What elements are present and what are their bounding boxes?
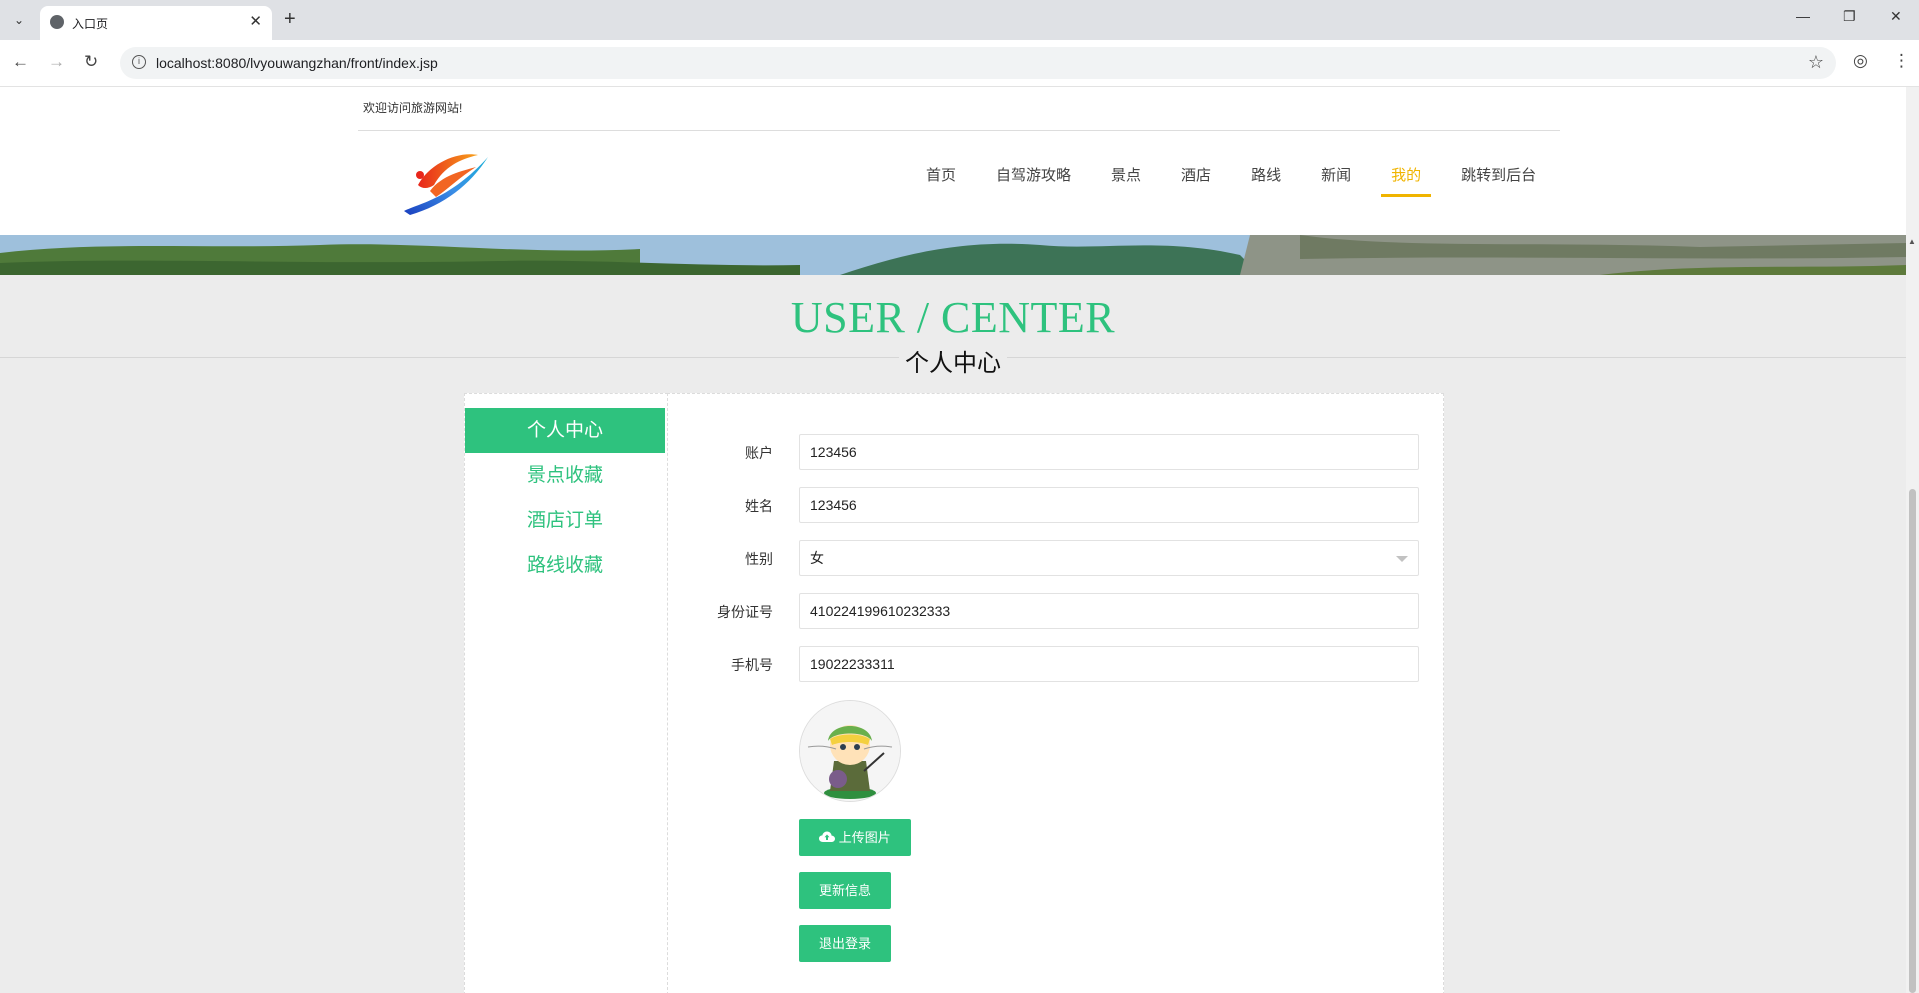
address-bar[interactable]: i localhost:8080/lvyouwangzhan/front/ind…: [120, 47, 1836, 79]
bookmark-star-icon[interactable]: ☆: [1808, 52, 1824, 73]
phone-input[interactable]: 19022233311: [799, 646, 1419, 682]
section-title-cn: 个人中心: [0, 343, 1906, 378]
id-number-row: 身份证号 410224199610232333: [668, 593, 1443, 633]
browser-tab[interactable]: 入口页 ✕: [40, 6, 272, 40]
avatar: [799, 700, 901, 802]
nav-hotels[interactable]: 酒店: [1161, 159, 1231, 193]
restore-icon[interactable]: ❐: [1843, 8, 1856, 25]
scrollbar-thumb[interactable]: [1909, 489, 1916, 993]
logout-button[interactable]: 退出登录: [799, 925, 891, 962]
chevron-down-icon: [1396, 556, 1408, 562]
nav-attractions[interactable]: 景点: [1091, 159, 1161, 193]
gender-row: 性别 女: [668, 540, 1443, 580]
update-info-button[interactable]: 更新信息: [799, 872, 891, 909]
profile-icon[interactable]: ◎: [1853, 51, 1868, 71]
sidebar-item-profile[interactable]: 个人中心: [465, 408, 665, 453]
upload-image-button[interactable]: 上传图片: [799, 819, 911, 856]
tab-title: 入口页: [72, 17, 109, 31]
url-text[interactable]: localhost:8080/lvyouwangzhan/front/index…: [156, 55, 438, 71]
id-number-label: 身份证号: [717, 604, 773, 620]
globe-icon: [50, 15, 64, 29]
phone-row: 手机号 19022233311: [668, 646, 1443, 686]
nav-admin[interactable]: 跳转到后台: [1441, 159, 1556, 193]
name-input[interactable]: 123456: [799, 487, 1419, 523]
site-logo[interactable]: [400, 145, 492, 217]
user-center-sidebar: 个人中心 景点收藏 酒店订单 路线收藏: [464, 393, 668, 993]
site-info-icon[interactable]: i: [132, 55, 146, 69]
browser-tab-bar: ⌄ 入口页 ✕ + — ❐ ✕: [0, 0, 1919, 40]
forward-icon[interactable]: →: [48, 52, 65, 72]
nav-self-drive-guide[interactable]: 自驾游攻略: [976, 159, 1091, 193]
tab-search-chevron-icon[interactable]: ⌄: [8, 10, 30, 30]
header-divider: [358, 130, 1560, 131]
minimize-icon[interactable]: —: [1796, 8, 1810, 24]
page: 欢迎访问旅游网站! 首页 自驾游攻略 景点 酒店 路线 新闻 我的 跳转到后台 …: [0, 87, 1906, 993]
section-title-cn-text: 个人中心: [899, 350, 1007, 377]
welcome-text: 欢迎访问旅游网站!: [363, 101, 463, 115]
nav-routes[interactable]: 路线: [1231, 159, 1301, 193]
nav-mine[interactable]: 我的: [1371, 159, 1441, 197]
profile-form: 账户 123456 姓名 123456 性别 女 身份证号 4102241996…: [667, 393, 1444, 993]
back-icon[interactable]: ←: [12, 52, 29, 72]
section-title-en: USER / CENTER: [790, 293, 1116, 342]
account-row: 账户 123456: [668, 434, 1443, 474]
site-header: 欢迎访问旅游网站! 首页 自驾游攻略 景点 酒店 路线 新闻 我的 跳转到后台: [0, 87, 1906, 235]
window-close-icon[interactable]: ✕: [1890, 8, 1902, 25]
sidebar-item-route-favorites[interactable]: 路线收藏: [465, 543, 665, 588]
banner-image: [0, 235, 1906, 275]
new-tab-icon[interactable]: +: [284, 8, 296, 31]
name-label: 姓名: [745, 498, 773, 514]
nav-home[interactable]: 首页: [906, 159, 976, 193]
account-label: 账户: [745, 445, 773, 461]
browser-toolbar: ← → ↻ i localhost:8080/lvyouwangzhan/fro…: [0, 40, 1919, 87]
close-tab-icon[interactable]: ✕: [249, 12, 262, 30]
account-input[interactable]: 123456: [799, 434, 1419, 470]
gender-select-value: 女: [810, 550, 824, 566]
sidebar-item-attraction-favorites[interactable]: 景点收藏: [465, 453, 665, 498]
page-scrollbar[interactable]: ▲: [1906, 87, 1919, 993]
cloud-upload-icon: [819, 831, 836, 842]
nav-news[interactable]: 新闻: [1301, 159, 1371, 193]
scroll-up-arrow-icon[interactable]: ▲: [1908, 237, 1916, 246]
upload-image-label: 上传图片: [838, 830, 891, 845]
reload-icon[interactable]: ↻: [84, 52, 98, 72]
id-number-input[interactable]: 410224199610232333: [799, 593, 1419, 629]
name-row: 姓名 123456: [668, 487, 1443, 527]
gender-label: 性别: [745, 551, 773, 567]
sidebar-item-hotel-orders[interactable]: 酒店订单: [465, 498, 665, 543]
browser-menu-icon[interactable]: ⋮: [1893, 51, 1910, 71]
gender-select[interactable]: 女: [799, 540, 1419, 576]
main-nav: 首页 自驾游攻略 景点 酒店 路线 新闻 我的 跳转到后台: [906, 159, 1556, 197]
phone-label: 手机号: [731, 657, 773, 673]
